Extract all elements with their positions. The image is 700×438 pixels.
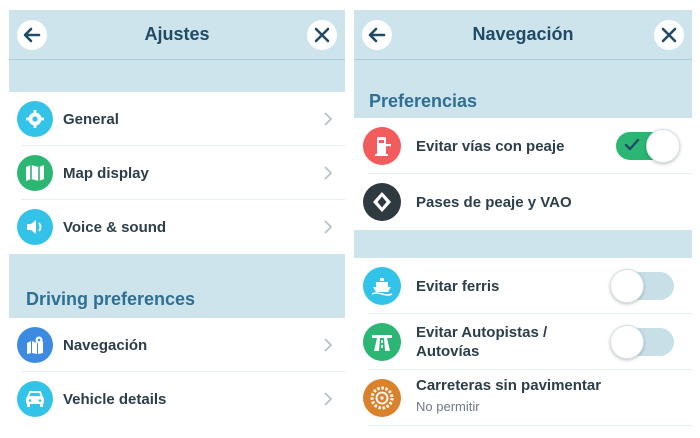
toggle-knob bbox=[610, 269, 644, 303]
pref-item-label: Evitar ferris bbox=[416, 277, 500, 295]
pref-item-unpaved-roads[interactable]: Carreteras sin pavimentar No permitir bbox=[354, 370, 692, 426]
back-button[interactable] bbox=[362, 20, 392, 50]
settings-panel: Ajustes General Map display Voice & soun… bbox=[9, 10, 345, 438]
diamond-icon bbox=[363, 183, 401, 221]
pref-item-label: Carreteras sin pavimentar bbox=[416, 377, 602, 394]
chevron-right-icon bbox=[324, 166, 333, 180]
settings-header: Ajustes bbox=[9, 10, 345, 60]
section-header: Driving preferences bbox=[9, 254, 345, 318]
navigation-map-icon bbox=[17, 327, 53, 363]
section-title: Driving preferences bbox=[26, 289, 196, 309]
settings-item-general[interactable]: General bbox=[9, 92, 345, 146]
navigation-panel: Navegación Preferencias Evitar vías con … bbox=[354, 10, 692, 438]
toggle-knob bbox=[646, 129, 680, 163]
pref-item-label: Pases de peaje y VAO bbox=[416, 193, 572, 211]
navigation-header: Navegación bbox=[354, 10, 692, 60]
gear-icon bbox=[17, 101, 53, 137]
close-button[interactable] bbox=[307, 20, 337, 50]
arrow-left-icon bbox=[23, 27, 41, 43]
arrow-left-icon bbox=[368, 27, 386, 43]
section-title: Preferencias bbox=[369, 91, 478, 111]
toll-icon bbox=[363, 127, 401, 165]
divider bbox=[368, 425, 692, 426]
avoid-highways-toggle[interactable] bbox=[610, 325, 674, 359]
map-icon bbox=[17, 155, 53, 191]
checkmark-icon bbox=[624, 138, 640, 151]
car-icon bbox=[17, 381, 53, 417]
close-button[interactable] bbox=[654, 20, 684, 50]
chevron-right-icon bbox=[324, 392, 333, 406]
toggle-knob bbox=[610, 325, 644, 359]
pref-item-avoid-ferries[interactable]: Evitar ferris bbox=[354, 258, 692, 314]
close-icon bbox=[661, 27, 677, 43]
wheel-icon bbox=[363, 379, 401, 417]
pref-item-sublabel: No permitir bbox=[416, 399, 480, 414]
chevron-right-icon bbox=[324, 338, 333, 352]
back-button[interactable] bbox=[17, 20, 47, 50]
section-header: Preferencias bbox=[354, 60, 692, 118]
settings-item-label: Vehicle details bbox=[63, 390, 167, 408]
pref-item-toll-passes[interactable]: Pases de peaje y VAO bbox=[354, 174, 692, 230]
spacer bbox=[9, 60, 345, 92]
label-line-2: Autovías bbox=[416, 343, 480, 360]
settings-item-vehicle-details[interactable]: Vehicle details bbox=[9, 372, 345, 426]
pref-item-avoid-highways[interactable]: Evitar Autopistas / Autovías bbox=[354, 314, 692, 370]
close-icon bbox=[314, 27, 330, 43]
settings-item-label: Map display bbox=[63, 164, 149, 182]
pref-item-label: Evitar vías con peaje bbox=[416, 137, 565, 155]
page-title: Navegación bbox=[472, 24, 574, 44]
speaker-icon bbox=[17, 209, 53, 245]
chevron-right-icon bbox=[324, 112, 333, 126]
settings-item-navegacion[interactable]: Navegación bbox=[9, 318, 345, 372]
settings-item-voice-sound[interactable]: Voice & sound bbox=[9, 200, 345, 254]
settings-item-label: Voice & sound bbox=[63, 218, 167, 236]
pref-item-label: Evitar Autopistas / Autovías bbox=[416, 323, 547, 361]
label-line-1: Evitar Autopistas / bbox=[416, 324, 548, 341]
settings-item-map-display[interactable]: Map display bbox=[9, 146, 345, 200]
settings-item-label: General bbox=[63, 110, 119, 128]
pref-item-avoid-tolls[interactable]: Evitar vías con peaje bbox=[354, 118, 692, 174]
settings-item-label: Navegación bbox=[63, 336, 148, 354]
ferry-icon bbox=[363, 267, 401, 305]
spacer bbox=[354, 230, 692, 258]
avoid-ferries-toggle[interactable] bbox=[610, 269, 674, 303]
highway-icon bbox=[363, 323, 401, 361]
page-title: Ajustes bbox=[144, 24, 210, 44]
chevron-right-icon bbox=[324, 220, 333, 234]
avoid-tolls-toggle[interactable] bbox=[616, 129, 680, 163]
